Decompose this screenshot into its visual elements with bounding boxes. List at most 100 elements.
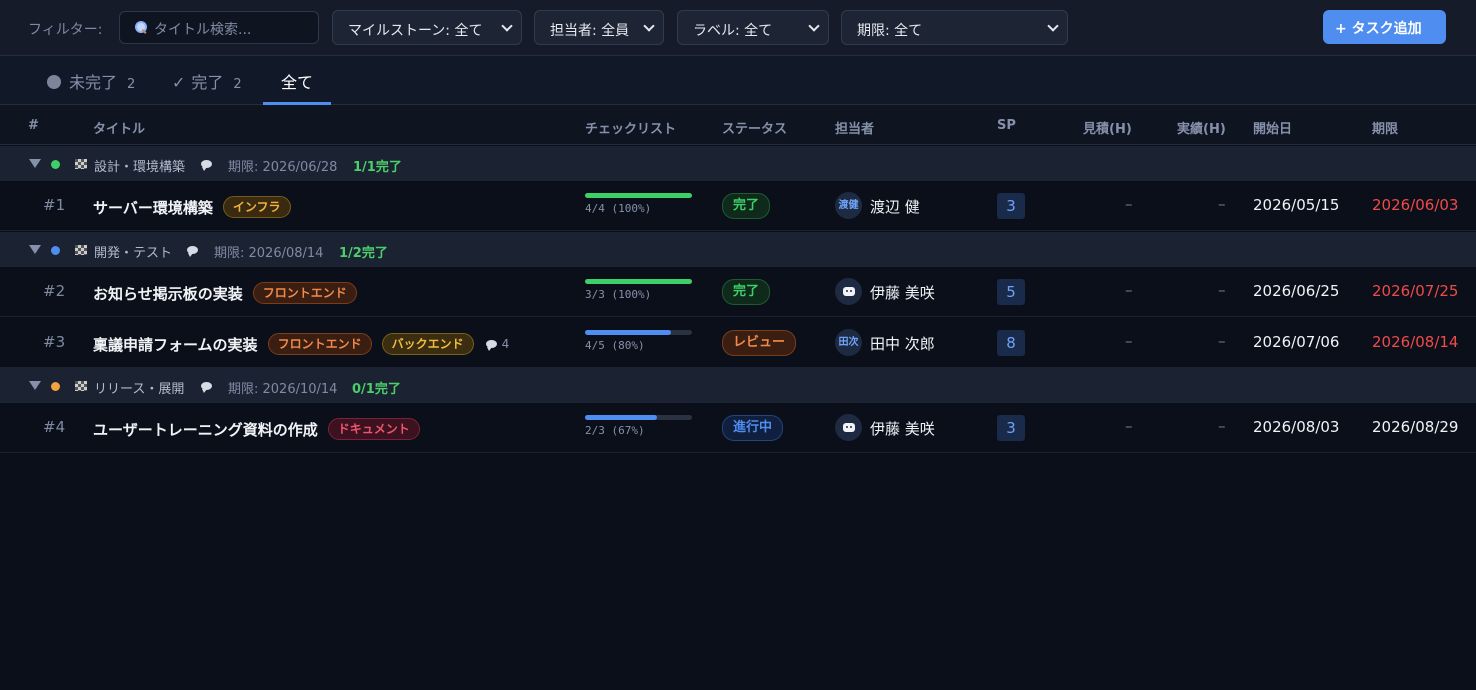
assignee-select[interactable]: 担当者: 全員: [534, 10, 664, 45]
table-row[interactable]: #3 稟議申請フォームの実装 フロントエンド バックエンド 4 4/5 (80%…: [0, 318, 1476, 368]
tab-label: 未完了: [69, 73, 118, 92]
col-checklist[interactable]: チェックリスト: [585, 118, 676, 137]
tab-incomplete[interactable]: 未完了 2: [47, 69, 135, 93]
due-date: 2026/07/25: [1372, 282, 1459, 300]
comment-icon: [201, 160, 212, 171]
label-badge: フロントエンド: [267, 333, 372, 355]
story-points: 3: [997, 415, 1025, 441]
filter-label: フィルター:: [28, 22, 103, 38]
col-title[interactable]: タイトル: [93, 118, 145, 137]
actual-hours: –: [1218, 332, 1226, 350]
actual-hours: –: [1218, 281, 1226, 299]
label-select[interactable]: ラベル: 全て: [677, 10, 829, 45]
estimate-hours: –: [1125, 417, 1133, 435]
task-number: #4: [43, 418, 66, 436]
tab-label: 全て: [281, 73, 314, 92]
col-number[interactable]: #: [28, 118, 39, 133]
assignee-name: 伊藤 美咲: [870, 420, 935, 438]
add-task-button[interactable]: + タスク追加: [1323, 10, 1446, 44]
checklist-progress: 2/3 (67%): [585, 415, 692, 437]
label-badge: インフラ: [222, 196, 291, 218]
assignee-select-value: 担当者: 全員: [550, 23, 630, 39]
start-date: 2026/05/15: [1253, 196, 1340, 214]
avatar: 渡健: [835, 192, 862, 219]
tab-complete[interactable]: ✓ 完了 2: [172, 69, 242, 93]
task-number: #2: [43, 282, 66, 300]
status-badge: 完了: [722, 279, 771, 305]
table-row[interactable]: #1 サーバー環境構築 インフラ 4/4 (100%) 完了 渡健 渡辺 健 3…: [0, 181, 1476, 231]
comment-icon: [485, 340, 497, 351]
col-estimate[interactable]: 見積(H): [1083, 118, 1132, 137]
task-title[interactable]: ユーザートレーニング資料の作成 ドキュメント: [93, 418, 420, 440]
task-title[interactable]: サーバー環境構築 インフラ: [93, 196, 291, 218]
status-badge: 完了: [722, 193, 771, 219]
milestone-progress: 1/2完了: [339, 246, 388, 261]
milestone-group-row[interactable]: リリース・展開 期限: 2026/10/14 0/1完了: [0, 368, 1476, 403]
milestone-due: 期限: 2026/10/14: [228, 382, 338, 397]
milestone-select[interactable]: マイルストーン: 全て: [332, 10, 522, 45]
milestone-name: リリース・展開: [94, 382, 185, 397]
tab-label: 完了: [191, 73, 224, 92]
col-due-date[interactable]: 期限: [1372, 118, 1398, 137]
collapse-triangle-icon[interactable]: [29, 381, 41, 390]
checklist-progress: 4/5 (80%): [585, 330, 692, 352]
actual-hours: –: [1218, 417, 1226, 435]
check-icon: ✓: [172, 73, 186, 92]
assignee-name: 渡辺 健: [870, 198, 920, 216]
circle-icon: [47, 75, 61, 89]
col-sp[interactable]: SP: [997, 118, 1016, 133]
robot-icon: [842, 423, 855, 432]
comment-count[interactable]: 4: [485, 337, 509, 351]
col-status[interactable]: ステータス: [722, 118, 787, 137]
task-title-text: サーバー環境構築: [93, 198, 213, 217]
search-input[interactable]: タイトル検索...: [119, 11, 319, 44]
milestone-status-dot: [51, 382, 60, 391]
checkered-flag-icon: [75, 381, 87, 391]
actual-hours: –: [1218, 195, 1226, 213]
avatar: [835, 278, 862, 305]
label-badge: フロントエンド: [252, 282, 357, 304]
col-start-date[interactable]: 開始日: [1253, 118, 1292, 137]
milestone-due: 期限: 2026/06/28: [228, 160, 338, 175]
collapse-triangle-icon[interactable]: [29, 159, 41, 168]
progress-fill: [585, 330, 671, 335]
task-title[interactable]: お知らせ掲示板の実装 フロントエンド: [93, 282, 357, 304]
table-row[interactable]: #2 お知らせ掲示板の実装 フロントエンド 3/3 (100%) 完了 伊藤 美…: [0, 267, 1476, 317]
comment-icon: [187, 246, 198, 257]
task-number: #1: [43, 196, 66, 214]
col-assignee[interactable]: 担当者: [835, 118, 874, 137]
due-select-value: 期限: 全て: [857, 23, 923, 39]
collapse-triangle-icon[interactable]: [29, 245, 41, 254]
estimate-hours: –: [1125, 281, 1133, 299]
progress-text: 3/3 (100%): [585, 288, 652, 301]
assignee-name: 伊藤 美咲: [870, 284, 935, 302]
task-title[interactable]: 稟議申請フォームの実装 フロントエンド バックエンド 4: [93, 333, 509, 355]
progress-bar: [585, 330, 692, 335]
start-date: 2026/07/06: [1253, 333, 1340, 351]
milestone-due: 期限: 2026/08/14: [214, 246, 324, 261]
start-date: 2026/08/03: [1253, 418, 1340, 436]
story-points: 8: [997, 330, 1025, 356]
progress-fill: [585, 193, 692, 198]
progress-text: 4/5 (80%): [585, 339, 645, 352]
task-title-text: お知らせ掲示板の実装: [93, 284, 243, 303]
due-select[interactable]: 期限: 全て: [841, 10, 1068, 45]
chevron-down-icon: [501, 20, 513, 32]
label-badge: バックエンド: [381, 333, 474, 355]
task-number: #3: [43, 333, 66, 351]
progress-fill: [585, 279, 692, 284]
tab-all[interactable]: 全て: [281, 69, 313, 93]
search-placeholder: タイトル検索...: [154, 22, 252, 38]
chevron-down-icon: [643, 20, 655, 32]
due-date: 2026/06/03: [1372, 196, 1459, 214]
progress-fill: [585, 415, 657, 420]
progress-text: 4/4 (100%): [585, 202, 652, 215]
table-row[interactable]: #4 ユーザートレーニング資料の作成 ドキュメント 2/3 (67%) 進行中 …: [0, 403, 1476, 453]
col-actual[interactable]: 実績(H): [1177, 118, 1226, 137]
milestone-group-row[interactable]: 開発・テスト 期限: 2026/08/14 1/2完了: [0, 232, 1476, 267]
story-points: 5: [997, 279, 1025, 305]
progress-text: 2/3 (67%): [585, 424, 645, 437]
checkered-flag-icon: [75, 159, 87, 169]
milestone-group-row[interactable]: 設計・環境構築 期限: 2026/06/28 1/1完了: [0, 146, 1476, 181]
progress-bar: [585, 279, 692, 284]
